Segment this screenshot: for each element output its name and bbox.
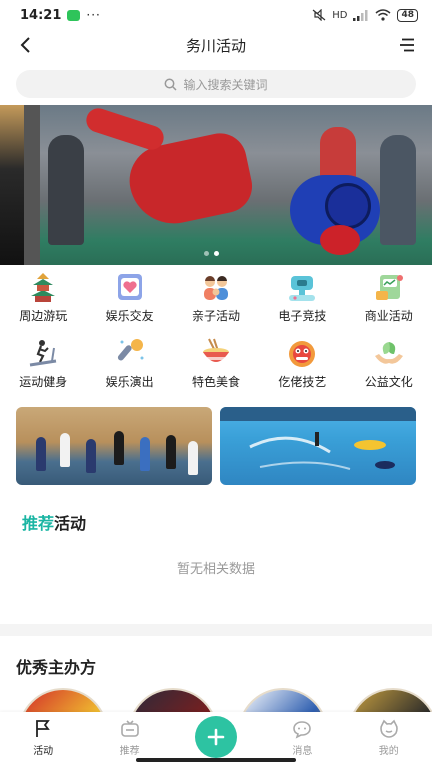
promo-card-water-sports[interactable]: [220, 407, 416, 485]
category-label: 仡佬技艺: [278, 375, 327, 389]
category-yundong-jianshen[interactable]: 运动健身: [0, 336, 86, 392]
category-label: 周边游玩: [19, 309, 68, 323]
plus-icon: [207, 728, 225, 746]
category-label: 商业活动: [364, 309, 413, 323]
banner-image-sanda: [40, 105, 432, 265]
lion-dance-icon: [284, 336, 320, 370]
nav-tab-activity[interactable]: 活动: [0, 718, 86, 757]
category-qinzi-huodong[interactable]: 亲子活动: [173, 270, 259, 326]
photo-water-scene: [220, 407, 416, 470]
category-label: 娱乐演出: [105, 375, 154, 389]
pagoda-icon: [25, 270, 61, 304]
photo-figure: [36, 437, 46, 471]
photo-figure: [188, 441, 198, 475]
microphone-icon: [112, 336, 148, 370]
chat-bubble-icon: [291, 718, 313, 740]
nav-label: 消息: [292, 746, 313, 757]
recommend-title-rest: 活动: [54, 514, 87, 533]
banner-carousel[interactable]: [0, 105, 432, 265]
banner-prev-slide: [0, 105, 24, 265]
nav-label: 我的: [378, 746, 399, 757]
home-indicator[interactable]: [136, 758, 296, 762]
message-notification-icon: [67, 9, 81, 21]
flag-icon: [32, 718, 54, 740]
photo-figure: [166, 435, 176, 469]
category-tese-meishi[interactable]: 特色美食: [173, 336, 259, 392]
nav-tab-messages[interactable]: 消息: [259, 718, 345, 757]
category-yule-jiaoyou[interactable]: 娱乐交友: [86, 270, 172, 326]
category-gelao-jiyi[interactable]: 仡佬技艺: [259, 336, 345, 392]
banner-figure: [320, 225, 360, 255]
banner-figure: [48, 135, 84, 245]
search-icon: [165, 78, 178, 91]
family-icon: [198, 270, 234, 304]
mute-icon: [312, 9, 326, 21]
chevron-left-icon: [20, 37, 30, 53]
heart-chat-icon: [112, 270, 148, 304]
nav-label: 推荐: [119, 746, 140, 757]
banner-figure: [380, 135, 416, 245]
banner-figure: [325, 183, 371, 229]
status-bar: 14:21 ··· HD 48: [0, 0, 432, 30]
photo-figure: [86, 439, 96, 473]
section-divider: [0, 624, 432, 636]
header: 务川活动: [0, 30, 432, 60]
category-gongyi-wenhua[interactable]: 公益文化: [346, 336, 432, 392]
briefcase-icon: [371, 270, 407, 304]
carousel-dot-active: [214, 251, 219, 256]
search-input[interactable]: 输入搜索关键词: [16, 70, 416, 98]
carousel-dot: [204, 251, 209, 256]
nav-add-activity[interactable]: [173, 716, 259, 758]
photo-figure: [140, 437, 150, 471]
category-label: 亲子活动: [191, 309, 240, 323]
nav-tab-profile[interactable]: 我的: [346, 718, 432, 757]
category-label: 特色美食: [191, 375, 240, 389]
gamepad-icon: [284, 270, 320, 304]
photo-figure: [114, 431, 124, 465]
category-zhoubian-youwan[interactable]: 周边游玩: [0, 270, 86, 326]
recommend-section-title: 推荐活动: [22, 510, 86, 534]
menu-button[interactable]: [396, 34, 418, 56]
tv-icon: [119, 718, 141, 740]
recommend-title-highlight: 推荐: [22, 514, 55, 533]
photo-figure: [60, 433, 70, 467]
category-shangye-huodong[interactable]: 商业活动: [346, 270, 432, 326]
more-notifications-icon: ···: [86, 8, 101, 22]
organizers-section-title: 优秀主办方: [16, 658, 97, 677]
menu-lines-icon: [400, 38, 414, 52]
banner-figure: [83, 105, 167, 153]
signal-icon: [353, 9, 368, 21]
wifi-icon: [375, 9, 391, 21]
category-yule-yanchu[interactable]: 娱乐演出: [86, 336, 172, 392]
page-title: 务川活动: [185, 36, 246, 55]
nav-tab-recommend[interactable]: 推荐: [86, 718, 172, 757]
screen: 14:21 ··· HD 48 务川活动 输入搜索关键词 周边游玩 娱乐交友 亲…: [0, 0, 432, 768]
category-label: 电子竞技: [278, 309, 327, 323]
smile-face-icon: [378, 718, 400, 740]
hands-leaf-icon: [371, 336, 407, 370]
nav-label: 活动: [33, 746, 54, 757]
search-placeholder: 输入搜索关键词: [183, 77, 268, 92]
category-label: 娱乐交友: [105, 309, 154, 323]
status-time: 14:21: [20, 7, 62, 23]
back-button[interactable]: [14, 34, 36, 56]
promo-card-basketball[interactable]: [16, 407, 212, 485]
category-dianzi-jingji[interactable]: 电子竞技: [259, 270, 345, 326]
category-label: 公益文化: [364, 375, 413, 389]
empty-state-text: 暂无相关数据: [176, 562, 255, 577]
treadmill-icon: [25, 336, 61, 370]
category-grid: 周边游玩 娱乐交友 亲子活动 电子竞技 商业活动 运动健身 娱乐演出 特色美食 …: [0, 270, 432, 392]
signal-hd-label: HD: [332, 9, 348, 21]
battery-indicator: 48: [397, 8, 418, 22]
carousel-indicator: [204, 251, 219, 256]
add-button[interactable]: [194, 716, 237, 758]
noodle-bowl-icon: [198, 336, 234, 370]
category-label: 运动健身: [19, 375, 68, 389]
